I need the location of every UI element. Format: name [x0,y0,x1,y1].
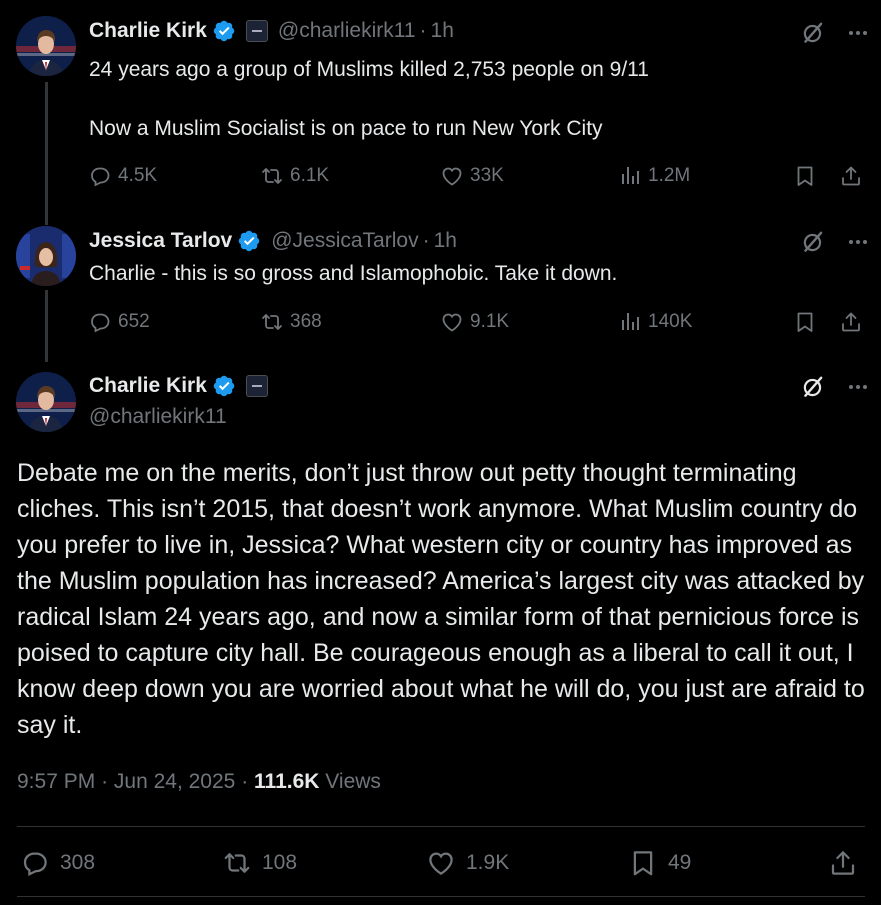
thread-line [45,82,48,225]
views-icon [618,164,642,188]
repost-count: 108 [262,851,298,874]
share-icon [839,164,863,188]
avatar[interactable] [16,16,76,76]
like-button[interactable]: 33K [440,161,504,191]
avatar[interactable] [16,226,76,286]
bookmark-count: 49 [668,851,692,874]
bookmark-icon [793,310,817,334]
like-button[interactable]: 1.9K [426,846,509,880]
tweet-text: Charlie - this is so gross and Islamopho… [89,262,618,285]
reply-button[interactable]: 652 [88,307,150,337]
like-count: 9.1K [470,311,510,332]
like-button[interactable]: 9.1K [440,307,509,337]
verified-badge-icon[interactable] [237,229,261,253]
tweet-header: Jessica Tarlov @JessicaTarlov · 1h [89,229,457,253]
grok-icon[interactable] [800,20,826,46]
views-button[interactable]: 1.2M [618,161,690,191]
like-count: 33K [470,165,504,186]
like-count: 1.9K [466,851,510,874]
repost-icon [222,848,252,878]
grok-icon[interactable] [800,229,826,255]
reply-count: 4.5K [118,165,158,186]
main-tweet-actions: 308 108 1.9K 49 [20,846,860,880]
tweet-text-line: Now a Muslim Socialist is on pace to run… [89,117,603,140]
bookmark-button[interactable] [793,307,817,337]
views-label: Views [325,770,381,793]
tweet-header: Charlie Kirk [89,374,268,398]
tweet-meta: 9:57 PM · Jun 24, 2025 · 111.6K Views [17,770,381,794]
reply-count: 308 [60,851,96,874]
repost-button[interactable]: 108 [222,846,297,880]
reply-count: 652 [118,311,150,332]
post-time[interactable]: 9:57 PM [17,770,95,793]
repost-count: 368 [290,311,322,332]
bookmark-icon [628,848,658,878]
verified-badge-icon[interactable] [212,374,236,398]
post-date[interactable]: Jun 24, 2025 [114,770,235,793]
author-name[interactable]: Charlie Kirk [89,19,207,43]
like-icon [440,164,464,188]
reply-icon [88,310,112,334]
tweet-text-line: 24 years ago a group of Muslims killed 2… [89,58,649,81]
more-icon[interactable] [846,21,870,45]
like-icon [440,310,464,334]
views-count[interactable]: 111.6K [254,770,319,793]
separator-dot: · [101,770,109,793]
repost-count: 6.1K [290,165,330,186]
bookmark-button[interactable] [793,161,817,191]
tweet-top-actions [800,229,870,255]
separator-dot: · [241,770,249,793]
reply-icon [20,848,50,878]
share-icon [839,310,863,334]
share-icon [828,848,858,878]
avatar[interactable] [16,372,76,432]
thread-line [45,290,48,362]
tweet-actions: 4.5K 6.1K 33K 1.2M [88,161,868,191]
author-handle[interactable]: @charliekirk11 [278,19,416,43]
reply-icon [88,164,112,188]
divider [17,896,865,897]
author-handle[interactable]: @charliekirk11 [89,402,227,432]
views-count: 140K [648,311,693,332]
separator-dot: · [422,229,430,252]
timestamp[interactable]: 1h [434,229,457,253]
affiliate-badge-icon[interactable] [245,20,268,42]
author-name[interactable]: Jessica Tarlov [89,229,232,253]
views-icon [618,310,642,334]
reply-button[interactable]: 4.5K [88,161,157,191]
separator-dot: · [419,19,427,42]
grok-icon[interactable] [800,374,826,400]
tweet-top-actions [800,20,870,46]
main-tweet-text: Debate me on the merits, don’t just thro… [17,459,865,739]
repost-icon [260,310,284,334]
tweet-top-actions [800,374,870,400]
share-button[interactable] [828,846,858,880]
timestamp[interactable]: 1h [431,19,454,43]
repost-icon [260,164,284,188]
author-handle[interactable]: @JessicaTarlov [271,229,418,253]
repost-button[interactable]: 6.1K [260,161,329,191]
share-button[interactable] [839,161,863,191]
reply-button[interactable]: 308 [20,846,95,880]
repost-button[interactable]: 368 [260,307,322,337]
more-icon[interactable] [846,375,870,399]
verified-badge-icon[interactable] [212,19,236,43]
author-name[interactable]: Charlie Kirk [89,374,207,398]
views-count: 1.2M [648,165,691,186]
tweet-header: Charlie Kirk @charliekirk11 · 1h [89,19,454,43]
bookmark-button[interactable]: 49 [628,846,691,880]
bookmark-icon [793,164,817,188]
tweet-actions: 652 368 9.1K 140K [88,307,868,337]
more-icon[interactable] [846,230,870,254]
divider [17,826,865,827]
views-button[interactable]: 140K [618,307,692,337]
like-icon [426,848,456,878]
share-button[interactable] [839,307,863,337]
affiliate-badge-icon[interactable] [245,375,268,397]
